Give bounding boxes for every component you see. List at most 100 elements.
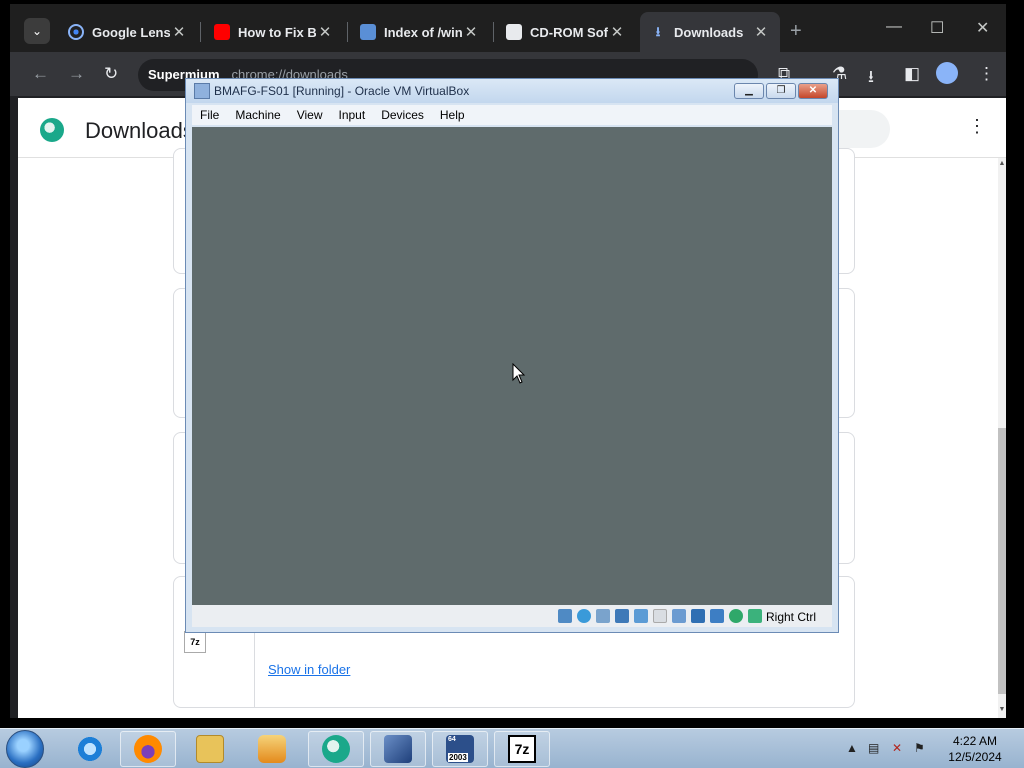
tab-downloads[interactable]: ⭳ Downloads ✕ [640, 12, 780, 52]
profile-avatar-icon[interactable] [936, 62, 958, 84]
close-icon[interactable]: ✕ [316, 23, 334, 41]
clock-time: 4:22 AM [952, 734, 998, 748]
download-icon: ⭳ [655, 24, 661, 39]
maximize-icon[interactable]: ☐ [930, 18, 944, 38]
show-in-folder-link[interactable]: Show in folder [268, 662, 350, 677]
vm-menu-bar: File Machine View Input Devices Help [192, 105, 832, 125]
mouse-integration-icon[interactable] [748, 609, 762, 623]
supermium-logo-icon [40, 118, 64, 142]
taskbar-media-player[interactable] [244, 731, 300, 767]
downloads-toolbar-icon[interactable]: ⭳ [868, 64, 874, 93]
close-icon[interactable]: ✕ [608, 23, 626, 41]
usb-icon[interactable] [634, 609, 648, 623]
firefox-icon [134, 735, 162, 763]
browser-menu-icon[interactable]: ⋮ [978, 64, 995, 84]
action-center-flag-icon[interactable]: ⚑ [914, 741, 925, 755]
forward-icon[interactable]: → [68, 64, 85, 84]
supermium-icon [322, 735, 350, 763]
document-icon [360, 24, 376, 40]
host-key-label: Right Ctrl [766, 610, 817, 624]
folder-icon [196, 735, 224, 763]
window-title: BMAFG-FS01 [Running] - Oracle VM Virtual… [214, 84, 470, 98]
recording-icon[interactable] [691, 609, 705, 623]
shared-folders-icon[interactable] [653, 609, 667, 623]
internet-explorer-icon [76, 735, 104, 763]
menu-input[interactable]: Input [331, 108, 374, 122]
taskbar: 64 2003 7z ▲ ▤ ✕ ⚑ 4:22 AM 12/5/2024 [0, 728, 1024, 768]
windows-server-2003-icon: 64 2003 [446, 735, 474, 763]
scroll-up-icon[interactable]: ▲ [998, 160, 1006, 167]
close-icon[interactable]: ✕ [752, 23, 770, 41]
show-hidden-icons[interactable]: ▲ [846, 741, 858, 755]
virtualbox-app-icon [194, 83, 210, 99]
tab-title: Index of /win [384, 24, 462, 40]
menu-machine[interactable]: Machine [227, 108, 288, 122]
mouse-cursor-icon [512, 363, 526, 384]
7-zip-icon: 7z [508, 735, 536, 763]
audio-icon[interactable] [596, 609, 610, 623]
start-button[interactable] [6, 730, 44, 768]
menu-file[interactable]: File [192, 108, 227, 122]
menu-devices[interactable]: Devices [373, 108, 432, 122]
tab-separator [493, 22, 494, 42]
system-clock[interactable]: 4:22 AM 12/5/2024 [940, 733, 1010, 765]
google-lens-icon [68, 24, 84, 40]
close-icon[interactable]: ✕ [170, 23, 188, 41]
guest-additions-icon[interactable] [729, 609, 743, 623]
vm-status-bar: Right Ctrl [192, 605, 832, 627]
page-title: Downloads [85, 118, 194, 143]
tab-separator [200, 22, 201, 42]
youtube-icon [214, 24, 230, 40]
side-panel-icon[interactable]: ◧ [904, 64, 920, 84]
cpu-icon[interactable] [710, 609, 724, 623]
menu-help[interactable]: Help [432, 108, 473, 122]
tab-title: Google Lens [92, 24, 170, 40]
volume-muted-icon[interactable]: ✕ [892, 741, 902, 755]
back-icon[interactable]: ← [32, 64, 49, 84]
display-icon[interactable] [672, 609, 686, 623]
tab-title: CD-ROM Soft [530, 24, 608, 40]
close-icon[interactable]: ✕ [462, 23, 480, 41]
close-window-icon[interactable]: ✕ [976, 18, 989, 38]
tab-title: Downloads [674, 24, 744, 40]
taskbar-virtualbox[interactable] [370, 731, 426, 767]
restore-button[interactable]: ❐ [766, 83, 796, 99]
tab-strip: ⌄ Google Lens ✕ How to Fix Bo ✕ Index of… [10, 4, 1006, 52]
minimize-icon[interactable]: — [886, 18, 902, 36]
taskbar-firefox[interactable] [120, 731, 176, 767]
network-icon[interactable] [615, 609, 629, 623]
tab-title: How to Fix Bo [238, 24, 316, 40]
tab-google-lens[interactable]: Google Lens ✕ [58, 12, 198, 52]
badge-64: 64 [448, 736, 456, 743]
taskbar-file-explorer[interactable] [182, 731, 238, 767]
optical-drive-icon[interactable] [577, 609, 591, 623]
reload-icon[interactable]: ↻ [104, 64, 118, 84]
network-tray-icon[interactable]: ▤ [868, 741, 879, 755]
hard-disk-icon[interactable] [558, 609, 572, 623]
more-options-icon[interactable]: ⋮ [968, 116, 986, 137]
menu-view[interactable]: View [289, 108, 331, 122]
media-player-icon [258, 735, 286, 763]
page-scrollbar[interactable]: ▲ ▼ [998, 158, 1006, 718]
taskbar-windows-server-2003[interactable]: 64 2003 [432, 731, 488, 767]
7z-file-icon: 7z [184, 631, 206, 653]
close-button[interactable]: ✕ [798, 83, 828, 99]
clock-date: 12/5/2024 [948, 750, 1002, 764]
taskbar-7-zip[interactable]: 7z [494, 731, 550, 767]
new-tab-button[interactable]: + [790, 20, 802, 43]
virtualbox-icon [384, 735, 412, 763]
badge-2003: 2003 [448, 753, 468, 762]
taskbar-supermium[interactable] [308, 731, 364, 767]
tab-cd-rom-software[interactable]: CD-ROM Soft ✕ [496, 12, 636, 52]
scroll-down-icon[interactable]: ▼ [998, 706, 1006, 713]
tab-how-to-fix[interactable]: How to Fix Bo ✕ [204, 12, 344, 52]
tab-search-button[interactable]: ⌄ [24, 18, 50, 44]
scroll-thumb[interactable] [998, 428, 1006, 694]
archive-icon [506, 24, 522, 40]
virtualbox-title-bar[interactable]: BMAFG-FS01 [Running] - Oracle VM Virtual… [186, 79, 838, 103]
virtualbox-window: BMAFG-FS01 [Running] - Oracle VM Virtual… [185, 78, 839, 633]
tab-separator [347, 22, 348, 42]
tab-index-of-win[interactable]: Index of /win ✕ [350, 12, 490, 52]
minimize-button[interactable]: ▁ [734, 83, 764, 99]
taskbar-internet-explorer[interactable] [62, 731, 118, 767]
